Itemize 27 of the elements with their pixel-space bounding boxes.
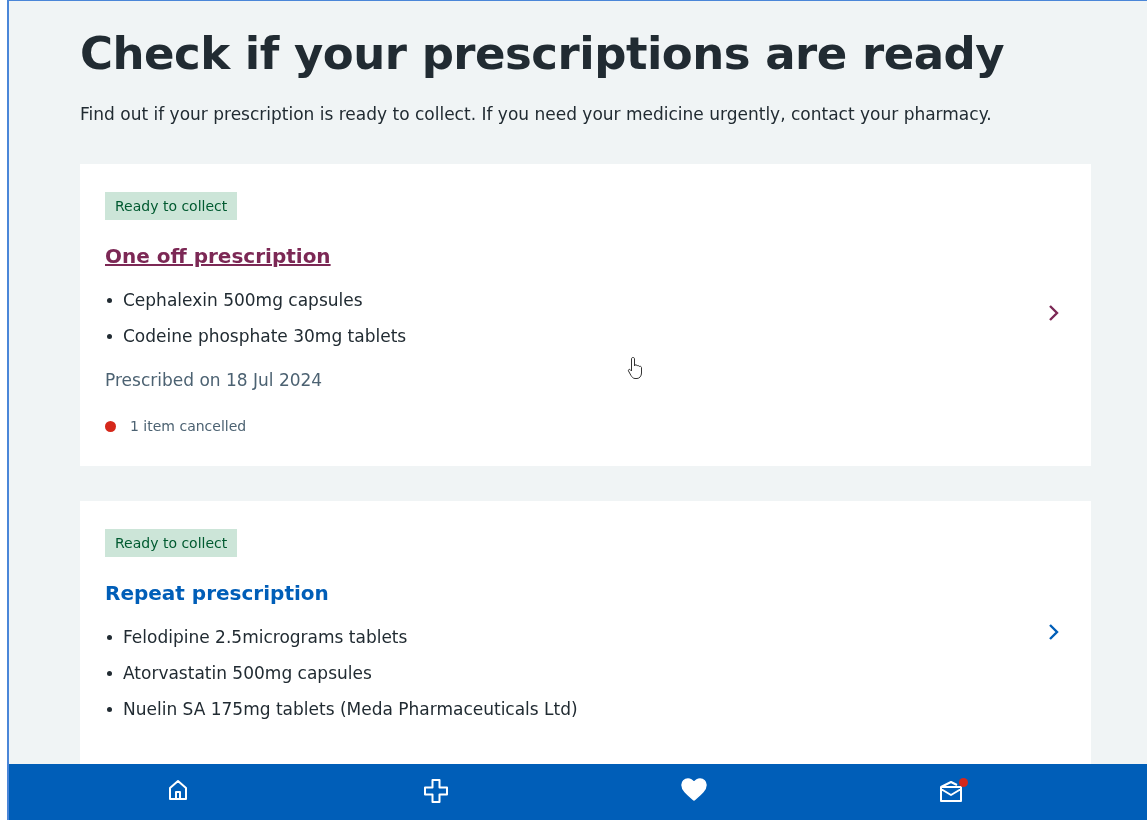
bullet-icon bbox=[107, 670, 112, 676]
cancelled-note: 1 item cancelled bbox=[130, 418, 247, 434]
prescription-link[interactable]: Repeat prescription bbox=[105, 581, 329, 605]
medicine-item: Nuelin SA 175mg tablets (Meda Pharmaceuticals Ltd) bbox=[123, 699, 578, 719]
bullet-icon bbox=[107, 297, 112, 303]
prescribed-date: Prescribed on 18 Jul 2024 bbox=[105, 370, 323, 390]
home-icon bbox=[166, 778, 190, 802]
heart-icon bbox=[681, 778, 707, 802]
chevron-right-icon bbox=[1047, 623, 1061, 641]
medicine-item: Felodipine 2.5micrograms tablets bbox=[123, 627, 408, 647]
prescription-card[interactable]: Ready to collect Repeat prescription Felodipine 2.5micrograms tablets Atorvastatin 500mg capsules Nuelin SA 175mg tablets (Meda Pharmaceuticals Ltd) bbox=[80, 501, 1091, 764]
intro-text: Find out if your prescription is ready to collect. If you need your medicine urgently, contact your pharmacy. bbox=[80, 104, 993, 124]
bullet-icon bbox=[107, 634, 112, 640]
status-tag: Ready to collect bbox=[105, 529, 238, 557]
cross-icon bbox=[423, 778, 449, 804]
medicine-item: Codeine phosphate 30mg tablets bbox=[123, 326, 407, 346]
medicine-item: Cephalexin 500mg capsules bbox=[123, 290, 363, 310]
bullet-icon bbox=[107, 333, 112, 339]
bullet-icon bbox=[107, 706, 112, 712]
notification-dot bbox=[959, 778, 968, 787]
page-title: Check if your prescriptions are ready bbox=[80, 27, 1006, 80]
hand-cursor-icon bbox=[627, 356, 645, 380]
chevron-right-icon bbox=[1047, 304, 1061, 322]
prescription-card[interactable]: Ready to collect One off prescription Cephalexin 500mg capsules Codeine phosphate 30mg tablets Prescribed on 18 Jul 2024 1 item cancelled bbox=[80, 164, 1091, 466]
medicine-item: Atorvastatin 500mg capsules bbox=[123, 663, 372, 683]
status-tag: Ready to collect bbox=[105, 192, 238, 220]
prescription-link[interactable]: One off prescription bbox=[105, 244, 331, 268]
